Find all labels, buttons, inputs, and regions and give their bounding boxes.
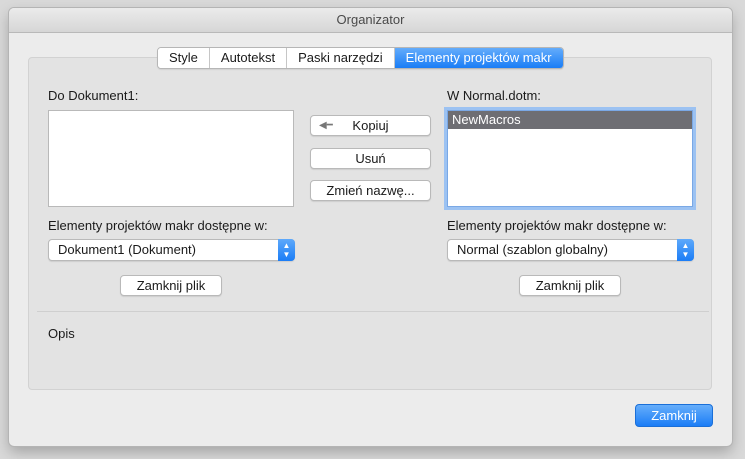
right-available-value: Normal (szablon globalny): [457, 242, 609, 257]
delete-button[interactable]: Usuń: [310, 148, 431, 169]
right-available-label: Elementy projektów makr dostępne w:: [447, 218, 667, 233]
left-list-heading: Do Dokument1:: [48, 88, 139, 103]
copy-button-label: Kopiuj: [352, 118, 389, 133]
left-available-value: Dokument1 (Dokument): [58, 242, 196, 257]
description-label: Opis: [48, 326, 75, 341]
list-item[interactable]: NewMacros: [448, 111, 692, 129]
left-close-file-button[interactable]: Zamknij plik: [120, 275, 222, 296]
copy-button[interactable]: ◀━ Kopiuj: [310, 115, 431, 136]
close-button[interactable]: Zamknij: [635, 404, 713, 427]
tab-style[interactable]: Style: [158, 48, 210, 68]
left-macro-list[interactable]: [48, 110, 294, 207]
right-macro-list[interactable]: NewMacros: [447, 110, 693, 207]
tab-bar: Style Autotekst Paski narzędzi Elementy …: [157, 47, 564, 69]
left-available-label: Elementy projektów makr dostępne w:: [48, 218, 268, 233]
popup-chevron-icon: ▲ ▼: [278, 239, 295, 261]
right-list-heading: W Normal.dotm:: [447, 88, 541, 103]
tab-autotekst[interactable]: Autotekst: [209, 48, 288, 68]
tab-elementy-projektow-makr[interactable]: Elementy projektów makr: [394, 48, 563, 68]
right-available-popup[interactable]: Normal (szablon globalny) ▲ ▼: [447, 239, 694, 261]
tab-paski-narzedzi[interactable]: Paski narzędzi: [287, 48, 395, 68]
divider: [37, 311, 709, 312]
organizer-window: Organizator Style Autotekst Paski narzęd…: [9, 8, 732, 446]
popup-chevron-icon: ▲ ▼: [677, 239, 694, 261]
right-close-file-button[interactable]: Zamknij plik: [519, 275, 621, 296]
rename-button[interactable]: Zmień nazwę...: [310, 180, 431, 201]
left-arrow-icon: ◀━: [319, 120, 333, 131]
window-title: Organizator: [9, 8, 732, 33]
left-available-popup[interactable]: Dokument1 (Dokument) ▲ ▼: [48, 239, 295, 261]
